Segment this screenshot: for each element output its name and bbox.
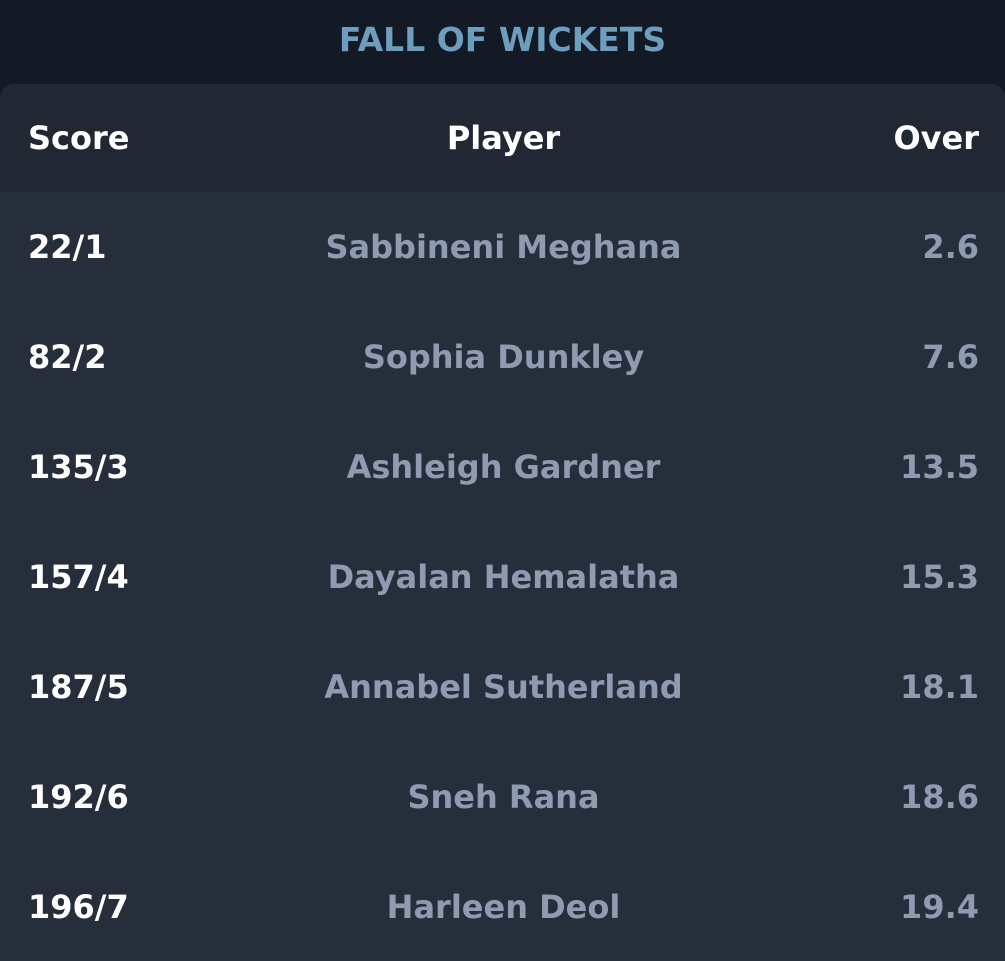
player-name[interactable]: Ashleigh Gardner [288,448,719,486]
table-body: 22/1 Sabbineni Meghana 2.6 82/2 Sophia D… [0,192,1005,961]
wicket-score: 22/1 [28,228,107,266]
wicket-score: 187/5 [28,668,129,706]
section-title: FALL OF WICKETS [338,19,667,59]
wickets-table: Score Player Over 22/1 Sabbineni Meghana… [0,84,1005,961]
player-name[interactable]: Sophia Dunkley [288,338,719,376]
wicket-over: 7.6 [922,338,979,376]
fall-of-wickets-widget: FALL OF WICKETS Score Player Over 22/1 S… [0,0,1005,961]
table-row: 157/4 Dayalan Hemalatha 15.3 [0,522,1005,632]
table-header: Score Player Over [0,84,1005,192]
player-name[interactable]: Sneh Rana [288,778,719,816]
player-name[interactable]: Annabel Sutherland [288,668,719,706]
column-header-player: Player [446,119,561,157]
wicket-score: 192/6 [28,778,129,816]
wicket-over: 13.5 [900,448,979,486]
table-row: 22/1 Sabbineni Meghana 2.6 [0,192,1005,302]
table-row: 135/3 Ashleigh Gardner 13.5 [0,412,1005,522]
player-name[interactable]: Sabbineni Meghana [288,228,719,266]
wicket-over: 18.6 [900,778,979,816]
table-row: 82/2 Sophia Dunkley 7.6 [0,302,1005,412]
wicket-over: 2.6 [922,228,979,266]
wicket-over: 18.1 [900,668,979,706]
wicket-score: 157/4 [28,558,129,596]
wicket-score: 196/7 [28,888,129,926]
player-name[interactable]: Harleen Deol [288,888,719,926]
table-row: 192/6 Sneh Rana 18.6 [0,742,1005,852]
table-row: 187/5 Annabel Sutherland 18.1 [0,632,1005,742]
column-header-over: Over [893,119,979,157]
title-bar: FALL OF WICKETS [0,0,1005,84]
wicket-score: 135/3 [28,448,129,486]
column-header-score: Score [28,119,130,157]
wicket-over: 15.3 [900,558,979,596]
wicket-score: 82/2 [28,338,107,376]
player-name[interactable]: Dayalan Hemalatha [288,558,719,596]
table-row: 196/7 Harleen Deol 19.4 [0,852,1005,961]
wicket-over: 19.4 [900,888,979,926]
